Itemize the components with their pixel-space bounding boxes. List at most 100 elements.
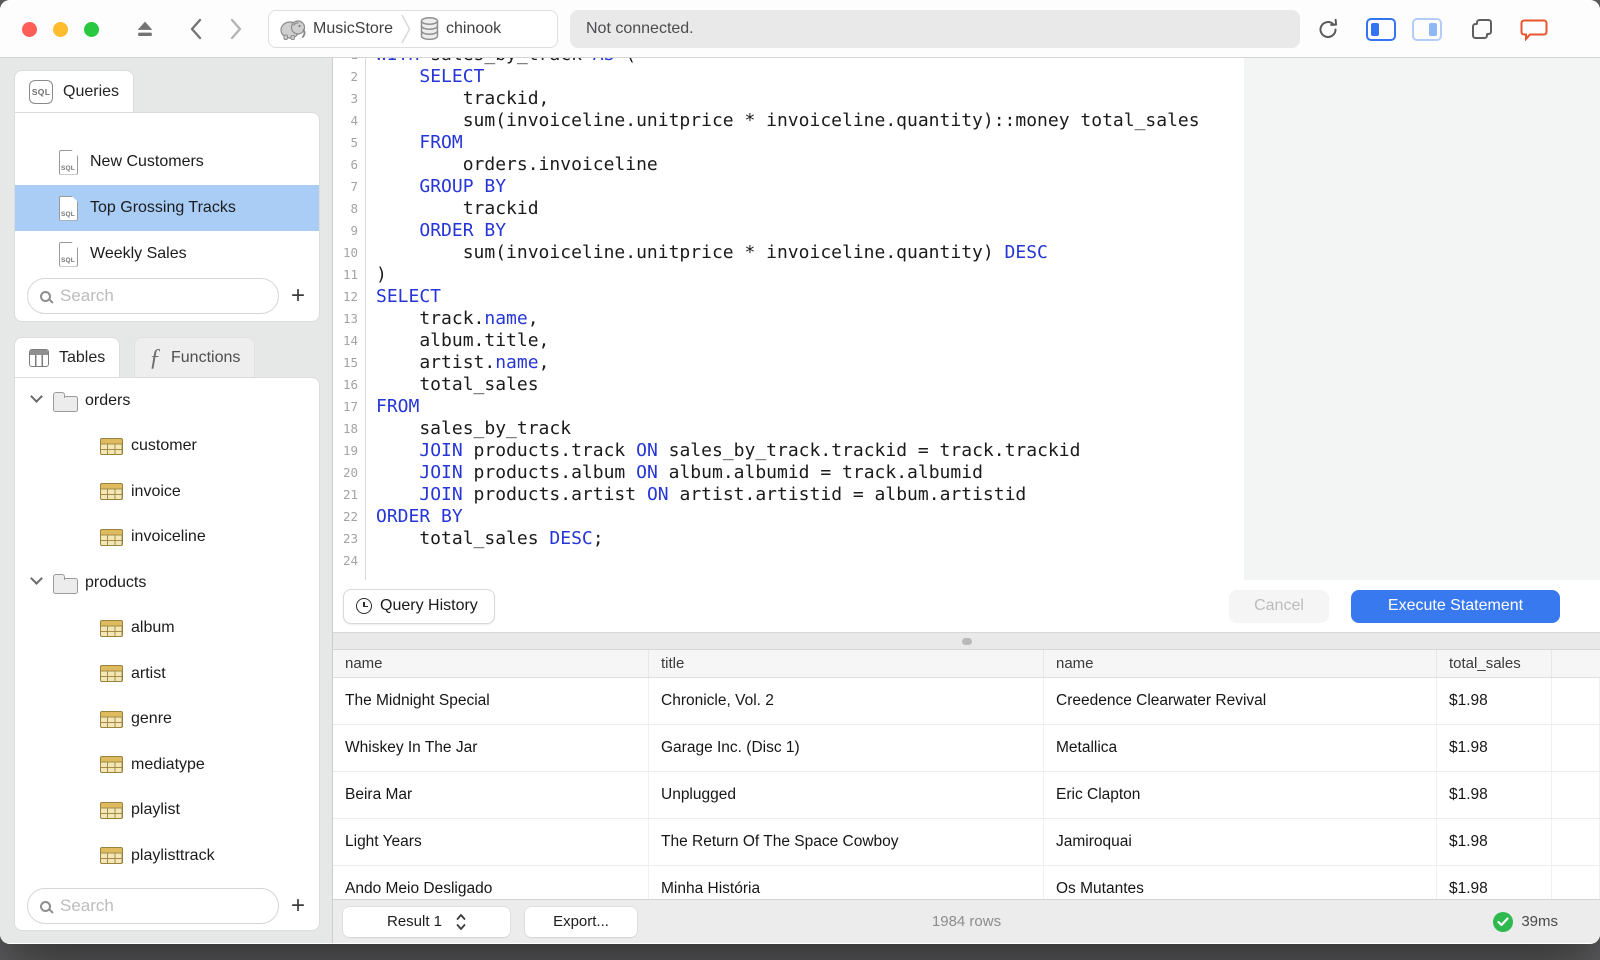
table-item[interactable]: playlisttrack [15,833,319,879]
queries-search-box[interactable] [27,278,279,314]
column-header[interactable]: total_sales [1437,650,1552,677]
tree-item-label: invoiceline [131,528,206,546]
query-history-button[interactable]: Query History [343,588,495,624]
column-header[interactable]: title [649,650,1044,677]
code-line: FROM [376,396,420,417]
query-item-label: New Customers [90,153,204,170]
folder-icon [52,573,78,594]
table-row[interactable]: Whiskey In The Jar Garage Inc. (Disc 1) Me… [333,725,1600,772]
table-cell[interactable]: Metallica [1044,725,1437,771]
chevron-down-icon[interactable] [30,390,43,403]
export-button[interactable]: Export... [525,906,637,937]
table-cell-spacer [1552,725,1600,771]
table-cell[interactable]: Os Mutantes [1044,866,1437,899]
table-cell[interactable]: $1.98 [1437,866,1552,899]
table-cell[interactable]: $1.98 [1437,678,1552,724]
zoom-window-button[interactable] [84,22,99,37]
table-item[interactable]: customer [15,424,319,470]
table-item[interactable]: invoice [15,469,319,515]
chevron-down-icon[interactable] [30,572,43,585]
tables-search-input[interactable] [60,896,266,916]
reconnect-button[interactable] [1313,0,1343,58]
table-cell[interactable]: Chronicle, Vol. 2 [649,678,1044,724]
query-list-item[interactable]: SQL New Customers [15,139,319,185]
tree-item-label: mediatype [131,755,205,773]
toggle-right-sidebar-button[interactable] [1412,0,1442,58]
table-cell[interactable]: Ando Meio Desligado [333,866,649,899]
query-list-item[interactable]: SQL Top Grossing Tracks [15,185,319,231]
table-item[interactable]: mediatype [15,742,319,788]
tables-search-box[interactable] [27,888,279,924]
table-cell[interactable]: Unplugged [649,772,1044,818]
table-cell[interactable]: Garage Inc. (Disc 1) [649,725,1044,771]
table-item[interactable]: playlist [15,788,319,834]
table-cell[interactable]: The Return Of The Space Cowboy [649,819,1044,865]
column-header[interactable]: name [1044,650,1437,677]
table-item[interactable]: genre [15,697,319,743]
schema-folder-item[interactable]: orders [15,378,319,424]
execute-statement-button[interactable]: Execute Statement [1351,589,1560,623]
results-splitter[interactable] [333,632,1600,650]
table-item[interactable]: invoiceline [15,515,319,561]
functions-tab-label: Functions [171,349,241,366]
panel-right-icon [1412,17,1442,41]
tab-functions[interactable]: ƒ Functions [134,337,256,378]
table-cell[interactable]: $1.98 [1437,819,1552,865]
new-window-button[interactable] [1466,0,1498,58]
query-list-item[interactable]: SQL Weekly Sales [15,231,319,277]
back-button[interactable] [184,0,208,58]
sql-file-icon: SQL [59,241,78,267]
table-icon [100,483,123,501]
code-line: orders.invoiceline [376,154,658,175]
chat-bubble-icon [1520,19,1548,41]
table-item[interactable]: artist [15,651,319,697]
tree-item-label: playlisttrack [131,846,215,864]
code-line: artist.name, [376,352,550,373]
table-cell[interactable]: Jamiroquai [1044,819,1437,865]
sql-badge-icon: SQL [29,80,53,104]
tree-item-label: orders [85,391,131,409]
table-row[interactable]: The Midnight Special Chronicle, Vol. 2 Cre… [333,678,1600,725]
sql-file-icon: SQL [59,149,78,175]
table-cell[interactable]: The Midnight Special [333,678,649,724]
minimize-window-button[interactable] [53,22,68,37]
add-table-button[interactable]: + [285,893,311,919]
table-cell[interactable]: Beira Mar [333,772,649,818]
splitter-handle-icon [961,637,972,645]
table-cell[interactable]: $1.98 [1437,725,1552,771]
sql-editor[interactable]: 123456789101112131415161718192021222324 … [333,58,1600,580]
code-line: FROM [419,132,463,153]
code-line: track.name, [376,308,539,329]
cancel-button[interactable]: Cancel [1229,589,1329,623]
breadcrumb-server[interactable]: MusicStore [313,20,393,38]
table-cell[interactable]: Creedence Clearwater Revival [1044,678,1437,724]
table-row[interactable]: Beira Mar Unplugged Eric Clapton $1.98 [333,772,1600,819]
tab-tables[interactable]: Tables [14,337,121,378]
forward-button[interactable] [224,0,248,58]
table-row[interactable]: Light Years The Return Of The Space Cowbo… [333,819,1600,866]
breadcrumb-database[interactable]: chinook [446,20,501,38]
table-cell[interactable]: Whiskey In The Jar [333,725,649,771]
code-line: total_sales [376,374,539,395]
queries-search-input[interactable] [60,286,266,306]
eject-disconnect-button[interactable] [131,0,159,58]
table-row[interactable]: Ando Meio Desligado Minha História Os Muta… [333,866,1600,899]
toggle-left-sidebar-button[interactable] [1366,0,1396,58]
result-selector[interactable]: Result 1 [343,906,510,937]
table-cell[interactable]: Light Years [333,819,649,865]
table-cell[interactable]: $1.98 [1437,772,1552,818]
table-item[interactable]: album [15,606,319,652]
connection-status-text: Not connected. [586,20,694,37]
code-line: JOIN products.album ON album.albumid = t… [419,462,983,483]
feedback-button[interactable] [1518,0,1550,58]
toolbar: MusicStore chinook Not connected. [0,0,1600,58]
sql-code[interactable]: WITH sales_by_track AS ( SELECT trackid,… [376,58,1600,572]
close-window-button[interactable] [22,22,37,37]
table-cell[interactable]: Minha História [649,866,1044,899]
column-header[interactable]: name [333,650,649,677]
tab-queries[interactable]: SQL Queries [14,70,135,113]
query-duration: 39ms [1521,913,1558,930]
add-query-button[interactable]: + [285,283,311,309]
table-cell[interactable]: Eric Clapton [1044,772,1437,818]
schema-folder-item[interactable]: products [15,560,319,606]
